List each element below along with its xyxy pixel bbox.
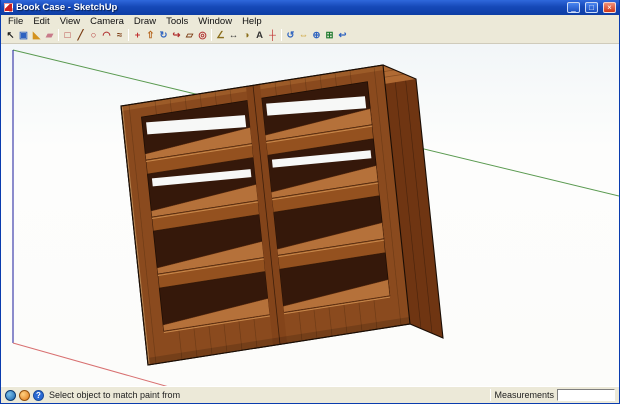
measurements-label: Measurements bbox=[494, 390, 554, 400]
make-component-tool-button[interactable]: ▣ bbox=[17, 28, 30, 42]
orbit-tool-button[interactable]: ↺ bbox=[284, 28, 297, 42]
menu-camera[interactable]: Camera bbox=[85, 16, 129, 27]
window-title: Book Case - SketchUp bbox=[16, 2, 118, 13]
minimize-button[interactable]: _ bbox=[567, 2, 580, 13]
rectangle-tool-button[interactable]: □ bbox=[61, 28, 74, 42]
menu-tools[interactable]: Tools bbox=[161, 16, 193, 27]
status-bar: ? Select object to match paint from Meas… bbox=[1, 386, 619, 403]
menu-help[interactable]: Help bbox=[237, 16, 267, 27]
menu-view[interactable]: View bbox=[55, 16, 85, 27]
menu-edit[interactable]: Edit bbox=[28, 16, 54, 27]
pan-tool-button[interactable]: ⇔ bbox=[297, 28, 310, 42]
toolbar-separator bbox=[281, 29, 282, 41]
scale-tool-button[interactable]: ▱ bbox=[183, 28, 196, 42]
eraser-tool-button[interactable]: ▰ bbox=[43, 28, 56, 42]
credits-icon[interactable] bbox=[19, 389, 30, 401]
menu-draw[interactable]: Draw bbox=[129, 16, 161, 27]
circle-tool-button[interactable]: ○ bbox=[87, 28, 100, 42]
bookcase-front-face bbox=[120, 64, 411, 366]
help-icon[interactable]: ? bbox=[33, 389, 44, 401]
move-tool-button[interactable]: + bbox=[131, 28, 144, 42]
sketchup-logo-icon bbox=[4, 3, 13, 12]
axes-tool-button[interactable]: ┼ bbox=[266, 28, 279, 42]
measurements-field[interactable] bbox=[557, 389, 615, 401]
rotate-tool-button[interactable]: ↻ bbox=[157, 28, 170, 42]
menu-window[interactable]: Window bbox=[193, 16, 237, 27]
line-tool-button[interactable]: ╱ bbox=[74, 28, 87, 42]
previous-view-tool-button[interactable]: ↩ bbox=[336, 28, 349, 42]
geolocation-icon[interactable] bbox=[5, 389, 16, 401]
statusbar-divider bbox=[490, 389, 492, 401]
menu-bar: File Edit View Camera Draw Tools Window … bbox=[1, 15, 619, 27]
protractor-tool-button[interactable]: ◑ bbox=[240, 28, 253, 42]
push-pull-tool-button[interactable]: ⇧ bbox=[144, 28, 157, 42]
text-tool-button[interactable]: A bbox=[253, 28, 266, 42]
freehand-tool-button[interactable]: ≈ bbox=[113, 28, 126, 42]
close-button[interactable]: × bbox=[603, 2, 616, 13]
title-bar[interactable]: Book Case - SketchUp _ □ × bbox=[1, 0, 619, 15]
measurements-area: Measurements bbox=[490, 389, 615, 401]
arc-tool-button[interactable]: ◠ bbox=[100, 28, 113, 42]
tape-measure-tool-button[interactable]: ∠ bbox=[214, 28, 227, 42]
dimension-tool-button[interactable]: ↔ bbox=[227, 28, 240, 42]
toolbar-separator bbox=[58, 29, 59, 41]
menu-file[interactable]: File bbox=[3, 16, 28, 27]
toolbar: ↖ ▣ ◣ ▰ □ ╱ ○ ◠ ≈ + ⇧ ↻ ↪ ▱ ◎ ∠ ↔ ◑ A ┼ … bbox=[1, 27, 619, 44]
zoom-extents-tool-button[interactable]: ⊞ bbox=[323, 28, 336, 42]
follow-me-tool-button[interactable]: ↪ bbox=[170, 28, 183, 42]
zoom-tool-button[interactable]: ⊕ bbox=[310, 28, 323, 42]
toolbar-separator bbox=[211, 29, 212, 41]
model-scene bbox=[12, 49, 619, 386]
toolbar-separator bbox=[128, 29, 129, 41]
paint-bucket-tool-button[interactable]: ◣ bbox=[30, 28, 43, 42]
select-tool-button[interactable]: ↖ bbox=[4, 28, 17, 42]
status-message: Select object to match paint from bbox=[49, 390, 181, 400]
offset-tool-button[interactable]: ◎ bbox=[196, 28, 209, 42]
maximize-button[interactable]: □ bbox=[585, 2, 598, 13]
viewport-canvas[interactable] bbox=[1, 44, 619, 386]
sketchup-window: Book Case - SketchUp _ □ × File Edit Vie… bbox=[0, 0, 620, 404]
